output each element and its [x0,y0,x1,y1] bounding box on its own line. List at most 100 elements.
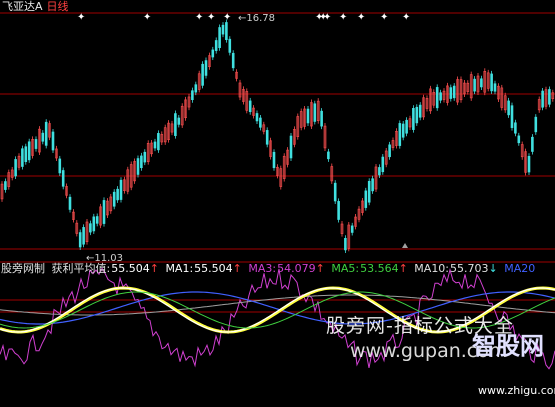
stock-chart-window: ✦ ✦ ✦ ✦ ✦ ✦ ✦ ✦ ✦ ✦ ✦ ✦ 飞亚达A 日线 ←16.78 ←11.03 股旁网制 获… [0,0,555,407]
signal-marker: ✦ [223,12,231,23]
candle-body [211,49,215,58]
candle-body [320,110,323,127]
period-label: 日线 [46,0,69,13]
candle-body [41,132,45,142]
candle-body [78,232,82,248]
candle-body [371,178,374,192]
candle-body [61,170,65,187]
signal-marker: ✦ [357,12,365,23]
candle-body [313,103,317,122]
candle-body [201,63,204,86]
candle-body [439,92,442,101]
candle-body [333,182,337,202]
signal-marker: ✦ [207,12,215,23]
candle-body [102,200,106,224]
candle-body [531,136,534,152]
candle-body [218,27,221,49]
signal-marker: ✦ [195,12,203,23]
ma1-arrow: ↑ [232,262,242,275]
candle-body [415,106,419,124]
candle-body [548,89,551,105]
stock-symbol: 飞亚达A [2,0,43,13]
candle-body [228,38,232,53]
candle-body [82,227,85,245]
candle-body [214,40,218,51]
candle-body [34,139,38,149]
candle-body [248,100,252,113]
candle-body [204,60,208,76]
signal-marker: ✦ [77,12,85,23]
avg-value: 55.504 [111,262,150,275]
signal-marker: ✦ [402,12,410,23]
candle-body [473,78,476,92]
candle-body [364,190,368,208]
candle-body [259,117,262,128]
ma5-value: 53.564 [360,262,399,275]
ma20-label: MA20 [504,262,536,275]
ma3-arrow: ↑ [315,262,325,275]
candle-body [452,85,456,99]
candle-body [24,146,28,162]
ma3-label: MA3: [248,262,277,275]
candle-body [177,117,181,125]
ma10-value: 55.703 [450,262,489,275]
avg-arrow: ↑ [149,262,159,275]
candle-body [116,188,119,201]
candle-body [480,78,483,88]
signal-marker: ✦ [143,12,151,23]
candle-body [510,105,514,128]
candle-body [21,148,24,167]
candle-body [119,179,123,200]
candle-body [306,108,310,124]
avg-label: 获利平均值: [51,262,111,275]
chart-title: 飞亚达A 日线 [2,0,69,13]
candle-body [143,151,147,163]
watermark-logo-url: www.zhigu.com [478,384,555,397]
candle-body [112,191,116,207]
ma3-value: 54.079 [277,262,316,275]
indicator-legend: 股旁网制 获利平均值:55.504↑ MA1:55.504↑ MA3:54.07… [1,262,538,275]
high-price-label: ←16.78 [238,13,276,24]
candle-body [140,155,143,169]
candle-body [231,52,235,69]
ma5-label: MA5: [331,262,360,275]
candle-body [44,121,48,146]
candle-body [4,181,7,190]
candle-body [401,123,405,138]
marker-triangle [402,243,408,248]
candle-body [255,113,259,122]
signal-marker: ✦ [380,12,388,23]
candle-body [534,116,538,133]
candle-body [327,151,330,160]
candle-body [517,135,521,144]
candle-body [405,119,408,134]
candle-body [344,237,347,251]
candle-body [435,87,439,109]
candle-body [490,73,493,92]
ma10-arrow: ↓ [488,262,498,275]
candle-body [388,144,391,158]
ma10-label: MA10: [414,262,450,275]
candle-body [398,123,402,146]
candle-body [449,87,453,99]
candle-body [418,104,422,118]
candle-body [95,216,99,224]
ma5-arrow: ↑ [398,262,408,275]
candle-body [221,24,225,35]
candle-body [289,135,293,159]
signal-marker: ✦ [323,12,331,23]
candle-body [14,159,17,177]
signal-marker: ✦ [339,12,347,23]
candle-body [381,156,385,173]
candle-body [194,84,198,93]
candle-body [89,223,92,233]
candle-body [191,90,194,101]
candle-body [174,113,177,136]
candle-body [265,130,269,145]
candle-body [507,100,510,116]
candle-body [92,216,96,232]
candle-body [412,108,415,130]
candle-body [541,90,544,108]
candle-body [58,158,62,174]
candle-body [157,133,160,151]
